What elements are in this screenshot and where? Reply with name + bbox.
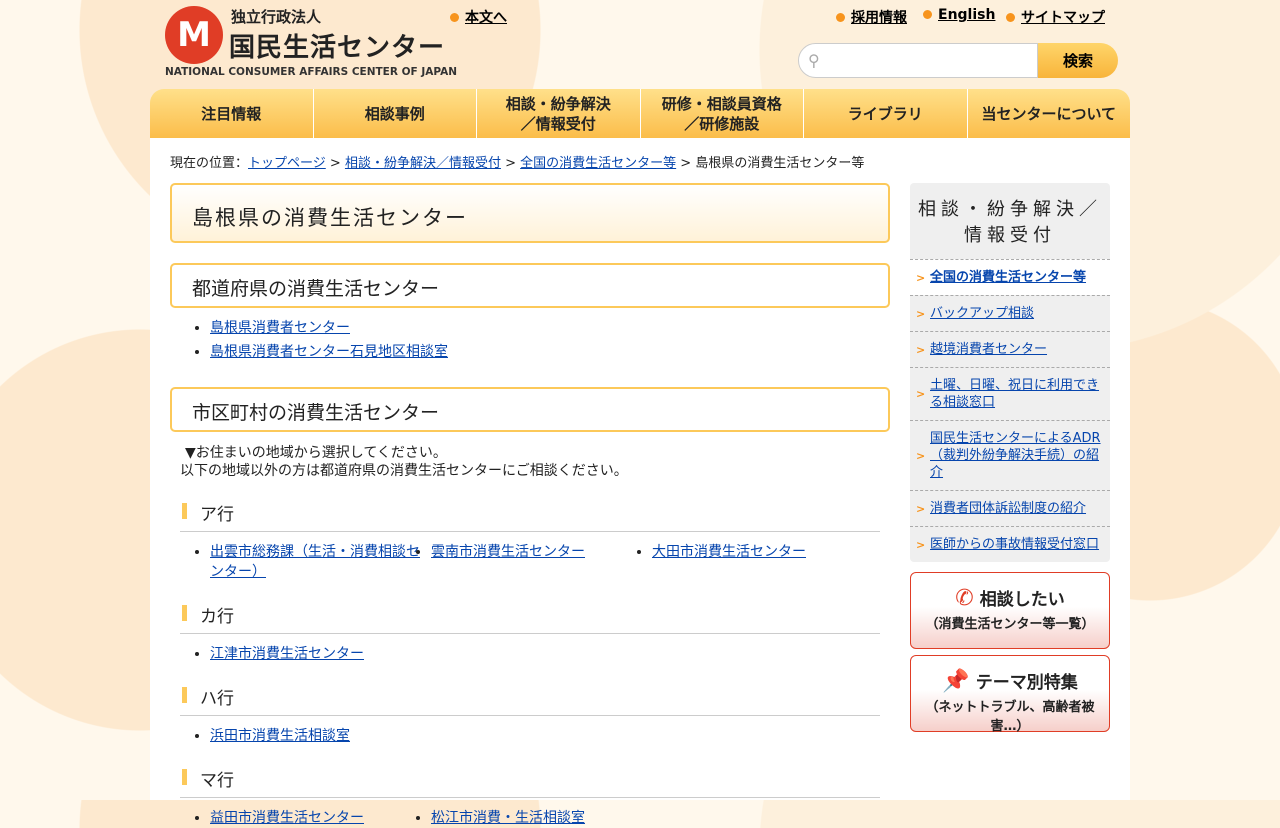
- group-heading: マ行: [180, 766, 880, 798]
- banner-title: 相談したい: [979, 590, 1065, 610]
- logo[interactable]: M 独立行政法人 国民生活センター: [165, 6, 445, 64]
- nav-about[interactable]: 当センターについて: [967, 89, 1130, 138]
- sidebar-item: 土曜、日曜、祝日に利用できる相談窓口: [910, 367, 1110, 420]
- list-item: 島根県消費者センター石見地区相談室: [210, 340, 890, 364]
- nav-consultation[interactable]: 相談・紛争解決 ／情報受付: [477, 89, 641, 138]
- logo-small-text: 独立行政法人: [231, 8, 322, 26]
- group-list: 浜田市消費生活相談室: [170, 726, 890, 746]
- breadcrumb: 現在の位置：トップページ > 相談・紛争解決／情報受付 > 全国の消費生活センタ…: [170, 152, 864, 171]
- breadcrumb-sep: >: [325, 156, 345, 171]
- sidebar-item: 国民生活センターによるADR（裁判外紛争解決手続）の紹介: [910, 420, 1110, 490]
- banner-title: テーマ別特集: [975, 673, 1078, 693]
- breadcrumb-prefix: 現在の位置：: [170, 156, 249, 171]
- banner-subtitle: （ネットトラブル、高齢者被害…）: [925, 700, 1095, 734]
- sidebar-item: 医師からの事故情報受付窓口: [910, 526, 1110, 562]
- sidebar: 相談・紛争解決／情報受付 全国の消費生活センター等 バックアップ相談 越境消費者…: [910, 183, 1110, 734]
- prefecture-list: 島根県消費者センター 島根県消費者センター石見地区相談室: [170, 316, 890, 364]
- municipal-heading: 市区町村の消費生活センター: [170, 387, 890, 432]
- list-item: 島根県消費者センター: [210, 316, 890, 340]
- nav-training[interactable]: 研修・相談員資格 ／研修施設: [640, 89, 804, 138]
- group-list: 出雲市総務課（生活・消費相談センター） 雲南市消費生活センター 大田市消費生活セ…: [170, 542, 890, 582]
- list-item: 浜田市消費生活相談室: [210, 726, 431, 746]
- list-item: 益田市消費生活センター: [210, 808, 431, 828]
- search-icon: ⚲: [808, 51, 820, 70]
- logo-main-text: 国民生活センター: [229, 33, 446, 63]
- sidebar-link[interactable]: 国民生活センターによるADR（裁判外紛争解決手続）の紹介: [930, 431, 1101, 480]
- list-item: 松江市消費・生活相談室: [431, 808, 652, 828]
- nav-library[interactable]: ライブラリ: [804, 89, 968, 138]
- center-link[interactable]: 江津市消費生活センター: [210, 646, 364, 662]
- sidebar-item: 越境消費者センター: [910, 331, 1110, 367]
- sidebar-title: 相談・紛争解決／情報受付: [918, 199, 1102, 246]
- consult-banner[interactable]: ✆ 相談したい （消費生活センター等一覧）: [910, 572, 1110, 649]
- list-item: 大田市消費生活センター: [652, 542, 873, 582]
- bullet-icon: [836, 13, 845, 22]
- bullet-icon: [923, 10, 932, 19]
- sidebar-item: 全国の消費生活センター等: [910, 259, 1110, 295]
- center-link[interactable]: 出雲市総務課（生活・消費相談センター）: [210, 544, 420, 580]
- logo-english-text: NATIONAL CONSUMER AFFAIRS CENTER OF JAPA…: [165, 66, 458, 78]
- prefecture-heading: 都道府県の消費生活センター: [170, 263, 890, 308]
- center-link[interactable]: 益田市消費生活センター: [210, 810, 364, 826]
- search-form: ⚲ 検索: [798, 43, 1118, 78]
- sidebar-link[interactable]: 全国の消費生活センター等: [930, 270, 1086, 285]
- sidebar-link[interactable]: 越境消費者センター: [930, 342, 1047, 357]
- sidebar-item: 消費者団体訴訟制度の紹介: [910, 490, 1110, 526]
- sidebar-link[interactable]: 土曜、日曜、祝日に利用できる相談窓口: [930, 378, 1099, 410]
- english-link[interactable]: English: [938, 7, 995, 23]
- group-heading: カ行: [180, 602, 880, 634]
- search-button[interactable]: 検索: [1038, 43, 1118, 78]
- intro-text: ▼お住まいの地域から選択してください。以下の地域以外の方は都道府県の消費生活セン…: [170, 444, 890, 480]
- breadcrumb-current: 島根県の消費生活センター等: [695, 156, 865, 171]
- sidebar-item: バックアップ相談: [910, 295, 1110, 331]
- breadcrumb-link[interactable]: トップページ: [248, 156, 326, 171]
- pushpin-icon: 📌: [942, 669, 970, 694]
- nav-featured[interactable]: 注目情報: [150, 89, 314, 138]
- global-nav: 注目情報 相談事例 相談・紛争解決 ／情報受付 研修・相談員資格 ／研修施設 ラ…: [150, 89, 1130, 138]
- intro-line: 以下の地域以外の方は都道府県の消費生活センターにご相談ください。: [180, 463, 628, 479]
- header: M 独立行政法人 国民生活センター NATIONAL CONSUMER AFFA…: [150, 0, 1130, 90]
- center-link[interactable]: 雲南市消費生活センター: [431, 544, 585, 560]
- phone-icon: ✆: [955, 586, 974, 611]
- bullet-icon: [450, 13, 459, 22]
- group-heading: ア行: [180, 500, 880, 532]
- breadcrumb-sep: >: [676, 156, 696, 171]
- logo-mark: M: [165, 6, 223, 64]
- page-title: 島根県の消費生活センター: [170, 183, 890, 243]
- recruit-link[interactable]: 採用情報: [851, 10, 907, 26]
- center-link[interactable]: 島根県消費者センター: [210, 320, 350, 336]
- center-link[interactable]: 浜田市消費生活相談室: [210, 728, 350, 744]
- center-link[interactable]: 松江市消費・生活相談室: [431, 810, 585, 826]
- sitemap-link[interactable]: サイトマップ: [1021, 10, 1105, 26]
- sidebar-menu: 相談・紛争解決／情報受付 全国の消費生活センター等 バックアップ相談 越境消費者…: [910, 183, 1110, 562]
- group-heading: ハ行: [180, 684, 880, 716]
- search-input[interactable]: [798, 43, 1038, 78]
- nav-cases[interactable]: 相談事例: [313, 89, 477, 138]
- list-item: 雲南市消費生活センター: [431, 542, 652, 582]
- banner-subtitle: （消費生活センター等一覧）: [925, 617, 1095, 632]
- list-item: 出雲市総務課（生活・消費相談センター）: [210, 542, 431, 582]
- bullet-icon: [1006, 13, 1015, 22]
- list-item: 江津市消費生活センター: [210, 644, 431, 664]
- sidebar-link[interactable]: 消費者団体訴訟制度の紹介: [930, 501, 1086, 516]
- center-link[interactable]: 大田市消費生活センター: [652, 544, 806, 560]
- content: 島根県の消費生活センター 都道府県の消費生活センター 島根県消費者センター 島根…: [170, 183, 890, 828]
- center-link[interactable]: 島根県消費者センター石見地区相談室: [210, 344, 448, 360]
- sidebar-link[interactable]: 医師からの事故情報受付窓口: [930, 537, 1099, 552]
- intro-line: ▼お住まいの地域から選択してください。: [185, 445, 447, 461]
- sidebar-link[interactable]: バックアップ相談: [930, 306, 1034, 321]
- breadcrumb-link[interactable]: 相談・紛争解決／情報受付: [345, 156, 501, 171]
- breadcrumb-link[interactable]: 全国の消費生活センター等: [520, 156, 676, 171]
- theme-banner[interactable]: 📌 テーマ別特集 （ネットトラブル、高齢者被害…）: [910, 655, 1110, 734]
- group-list: 江津市消費生活センター: [170, 644, 890, 664]
- main-area: 現在の位置：トップページ > 相談・紛争解決／情報受付 > 全国の消費生活センタ…: [150, 138, 1130, 826]
- group-list: 益田市消費生活センター 松江市消費・生活相談室: [170, 808, 890, 828]
- breadcrumb-sep: >: [500, 156, 521, 171]
- skip-to-content-link[interactable]: 本文へ: [465, 10, 507, 26]
